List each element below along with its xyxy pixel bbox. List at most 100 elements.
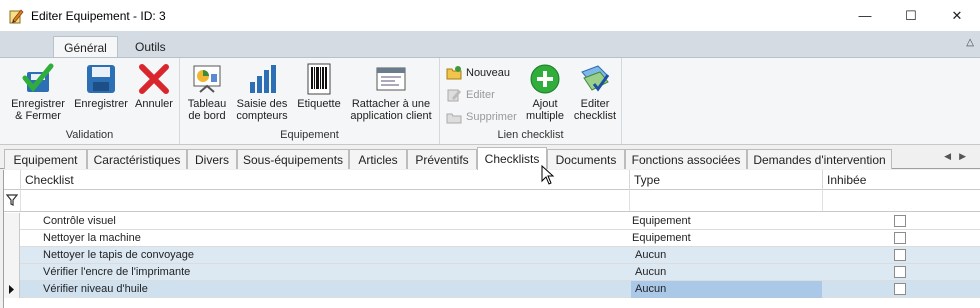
tab-caracteristiques[interactable]: Caractéristiques [87,149,187,169]
table-row[interactable]: Vérifier l'encre de l'imprimante Aucun [4,264,980,281]
pencil-notepad-icon [9,8,24,23]
table-row[interactable]: Nettoyer la machine Equipement [4,230,980,247]
group-label-validation: Validation [65,129,114,141]
column-header-checklist[interactable]: Checklist [20,170,629,190]
checklist-cell: Nettoyer la machine [43,232,141,244]
row-indicator [4,281,20,298]
title-bar: Editer Equipement - ID: 3 — ☐ ✕ [0,0,980,31]
tab-divers[interactable]: Divers [187,149,237,169]
dashboard-button[interactable]: Tableau de bord [184,62,230,122]
dashboard-icon [190,62,224,96]
tab-preventifs[interactable]: Préventifs [407,149,477,169]
maximize-button[interactable]: ☐ [888,0,934,31]
red-x-icon [137,62,171,96]
page-tab-strip: Equipement Caractéristiques Divers Sous-… [0,146,980,170]
row-indicator [4,247,20,264]
row-indicator [4,264,20,281]
group-label-lien-checklist: Lien checklist [497,129,564,141]
dashboard-label: Tableau de bord [187,98,227,122]
bar-chart-icon [245,62,279,96]
minimize-button[interactable]: — [842,0,888,31]
ribbon-tab-strip: Général Outils △ [0,31,980,58]
checklist-cell: Vérifier niveau d'huile [43,283,148,295]
checklist-grid: Checklist Type Inhibée Contrôle visuel E… [3,170,980,308]
cancel-button[interactable]: Annuler [132,62,176,110]
type-cell: Equipement [632,215,691,227]
filter-row[interactable] [4,190,980,212]
inhibee-checkbox[interactable] [894,283,906,295]
application-window-icon [374,62,408,96]
type-cell: Equipement [632,232,691,244]
green-plus-icon [528,62,562,96]
filter-cell-checklist[interactable] [20,190,629,211]
row-indicator-header [4,170,20,190]
tab-articles[interactable]: Articles [349,149,407,169]
type-cell: Aucun [635,266,667,278]
save-close-label: Enregistrer & Fermer [11,98,65,122]
barcode-icon [302,62,336,96]
filter-cell-inhibee[interactable] [822,190,980,211]
counters-button[interactable]: Saisie des compteurs [232,62,292,122]
ribbon-group-equipement: Tableau de bord Saisie des compteurs Eti… [180,58,440,144]
save-close-button[interactable]: Enregistrer & Fermer [8,62,68,122]
grid-header: Checklist Type Inhibée [4,170,980,190]
tab-documents[interactable]: Documents [547,149,625,169]
multiple-add-button[interactable]: Ajout multiple [524,62,566,122]
filter-icon[interactable] [6,194,18,206]
tab-general[interactable]: Général [53,36,118,58]
inhibee-checkbox[interactable] [894,249,906,261]
delete-icon [446,113,462,124]
tab-demandes-intervention[interactable]: Demandes d'intervention [747,149,892,169]
inhibee-checkbox[interactable] [894,215,906,227]
filter-cell-type[interactable] [629,190,822,211]
column-header-type[interactable]: Type [629,170,822,190]
new-link-label: Nouveau [466,67,511,79]
group-label-equipement: Equipement [280,129,339,141]
edit-icon [447,89,461,102]
tab-scroll-arrows[interactable]: ◀▶ [944,151,974,162]
tab-sous-equipements[interactable]: Sous-équipements [237,149,349,169]
edit-checklist-label: Editer checklist [573,98,617,122]
checklist-cell: Vérifier l'encre de l'imprimante [43,266,191,278]
edit-link-button[interactable]: Editer [446,86,495,104]
type-cell: Aucun [635,283,667,295]
collapse-ribbon-icon[interactable]: △ [966,37,974,48]
counters-label: Saisie des compteurs [236,98,288,122]
save-label: Enregistrer [74,98,128,110]
checklist-cell: Nettoyer le tapis de convoyage [43,249,195,261]
checklist-cell: Contrôle visuel [43,215,116,227]
inhibee-checkbox[interactable] [894,266,906,278]
table-row[interactable]: Contrôle visuel Equipement [4,213,980,230]
checklist-icon [578,62,612,96]
ribbon: Enregistrer & Fermer Enregistrer Annuler… [0,57,980,145]
multiple-add-label: Ajout multiple [526,98,564,122]
folder-new-icon [446,66,462,80]
delete-link-button[interactable]: Supprimer [446,108,517,126]
close-button[interactable]: ✕ [934,0,980,31]
cancel-label: Annuler [135,98,173,110]
inhibee-checkbox[interactable] [894,232,906,244]
current-row-arrow-icon [9,285,14,294]
save-close-icon [21,62,55,96]
tab-equipement[interactable]: Equipement [4,149,87,169]
column-header-inhibee[interactable]: Inhibée [822,170,980,190]
tab-outils[interactable]: Outils [123,36,178,58]
table-row-selected[interactable]: Vérifier niveau d'huile Aucun [4,281,980,298]
row-indicator [4,230,20,247]
tab-fonctions-associees[interactable]: Fonctions associées [625,149,747,169]
mouse-cursor-icon [541,165,555,185]
new-link-button[interactable]: Nouveau [446,64,510,82]
floppy-disk-icon [84,62,118,96]
window-title: Editer Equipement - ID: 3 [31,8,166,23]
tab-checklists[interactable]: Checklists [477,147,547,170]
attach-app-button[interactable]: Rattacher à une application client [346,62,436,122]
label-label: Etiquette [297,98,341,110]
save-button[interactable]: Enregistrer [72,62,130,110]
row-indicator [4,213,20,230]
label-button[interactable]: Etiquette [294,62,344,110]
table-row[interactable]: Nettoyer le tapis de convoyage Aucun [4,247,980,264]
type-cell: Aucun [635,249,667,261]
edit-checklist-button[interactable]: Editer checklist [570,62,620,122]
ribbon-group-validation: Enregistrer & Fermer Enregistrer Annuler… [0,58,180,144]
delete-link-label: Supprimer [466,111,517,123]
